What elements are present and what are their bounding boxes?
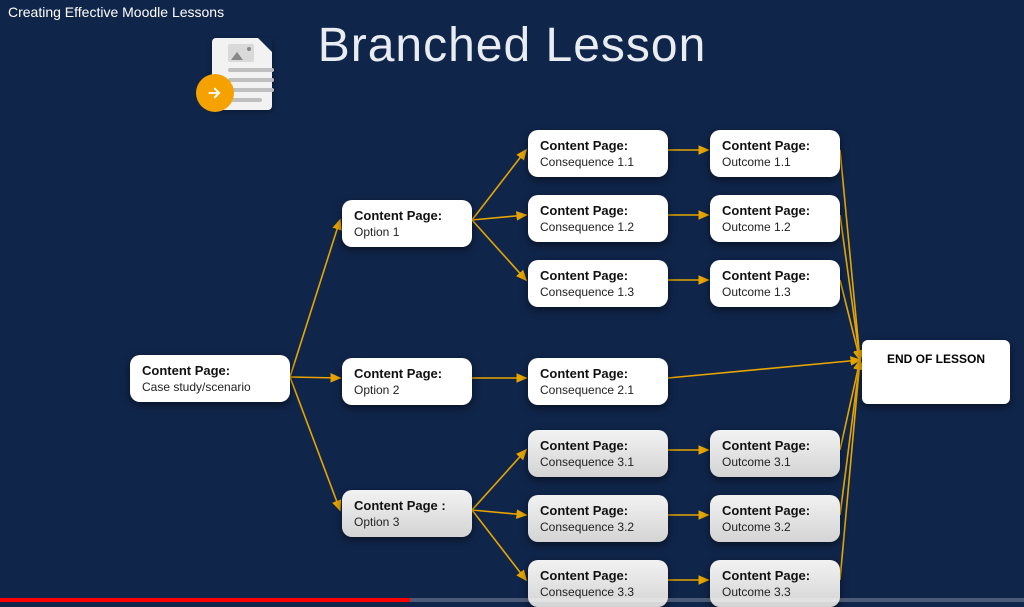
node-title: Content Page:	[722, 503, 828, 518]
node-subtitle: Consequence 1.3	[540, 285, 656, 299]
node-subtitle: Outcome 3.2	[722, 520, 828, 534]
node-subtitle: Option 2	[354, 383, 460, 397]
node-subtitle: Consequence 3.1	[540, 455, 656, 469]
video-progress-bar[interactable]	[0, 598, 1024, 602]
flow-arrows	[0, 0, 1024, 602]
video-progress-filled	[0, 598, 410, 602]
node-c11: Content Page: Consequence 1.1	[528, 130, 668, 177]
end-label: END OF LESSON	[887, 352, 985, 366]
node-title: Content Page:	[540, 366, 656, 381]
node-subtitle: Outcome 3.1	[722, 455, 828, 469]
node-subtitle: Consequence 2.1	[540, 383, 656, 397]
node-title: Content Page:	[540, 438, 656, 453]
node-opt3: Content Page : Option 3	[342, 490, 472, 537]
node-c32: Content Page: Consequence 3.2	[528, 495, 668, 542]
lesson-activity-icon	[202, 38, 282, 118]
node-title: Content Page:	[354, 366, 460, 381]
node-subtitle: Outcome 1.2	[722, 220, 828, 234]
slide-title: Branched Lesson	[0, 18, 1024, 73]
node-subtitle: Outcome 3.3	[722, 585, 828, 599]
node-c21: Content Page: Consequence 2.1	[528, 358, 668, 405]
node-title: Content Page:	[722, 568, 828, 583]
node-title: Content Page:	[722, 268, 828, 283]
node-subtitle: Option 3	[354, 515, 460, 529]
end-of-lesson-node: END OF LESSON	[862, 340, 1010, 404]
node-root: Content Page: Case study/scenario	[130, 355, 290, 402]
node-c12: Content Page: Consequence 1.2	[528, 195, 668, 242]
video-title: Creating Effective Moodle Lessons	[8, 4, 224, 20]
node-c13: Content Page: Consequence 1.3	[528, 260, 668, 307]
node-title: Content Page:	[722, 438, 828, 453]
node-title: Content Page:	[722, 203, 828, 218]
node-title: Content Page:	[540, 268, 656, 283]
node-title: Content Page:	[354, 208, 460, 223]
node-c31: Content Page: Consequence 3.1	[528, 430, 668, 477]
node-o13: Content Page: Outcome 1.3	[710, 260, 840, 307]
node-o31: Content Page: Outcome 3.1	[710, 430, 840, 477]
node-title: Content Page:	[540, 568, 656, 583]
node-subtitle: Consequence 1.1	[540, 155, 656, 169]
node-subtitle: Consequence 3.2	[540, 520, 656, 534]
node-o12: Content Page: Outcome 1.2	[710, 195, 840, 242]
node-subtitle: Consequence 3.3	[540, 585, 656, 599]
node-title: Content Page :	[354, 498, 460, 513]
node-subtitle: Consequence 1.2	[540, 220, 656, 234]
node-title: Content Page:	[540, 203, 656, 218]
node-o32: Content Page: Outcome 3.2	[710, 495, 840, 542]
node-title: Content Page:	[722, 138, 828, 153]
node-title: Content Page:	[142, 363, 278, 378]
node-opt1: Content Page: Option 1	[342, 200, 472, 247]
node-title: Content Page:	[540, 503, 656, 518]
node-opt2: Content Page: Option 2	[342, 358, 472, 405]
node-subtitle: Outcome 1.3	[722, 285, 828, 299]
arrow-right-icon	[196, 74, 234, 112]
node-subtitle: Option 1	[354, 225, 460, 239]
node-subtitle: Case study/scenario	[142, 380, 278, 394]
node-subtitle: Outcome 1.1	[722, 155, 828, 169]
node-o11: Content Page: Outcome 1.1	[710, 130, 840, 177]
node-title: Content Page:	[540, 138, 656, 153]
image-placeholder-icon	[228, 44, 254, 62]
